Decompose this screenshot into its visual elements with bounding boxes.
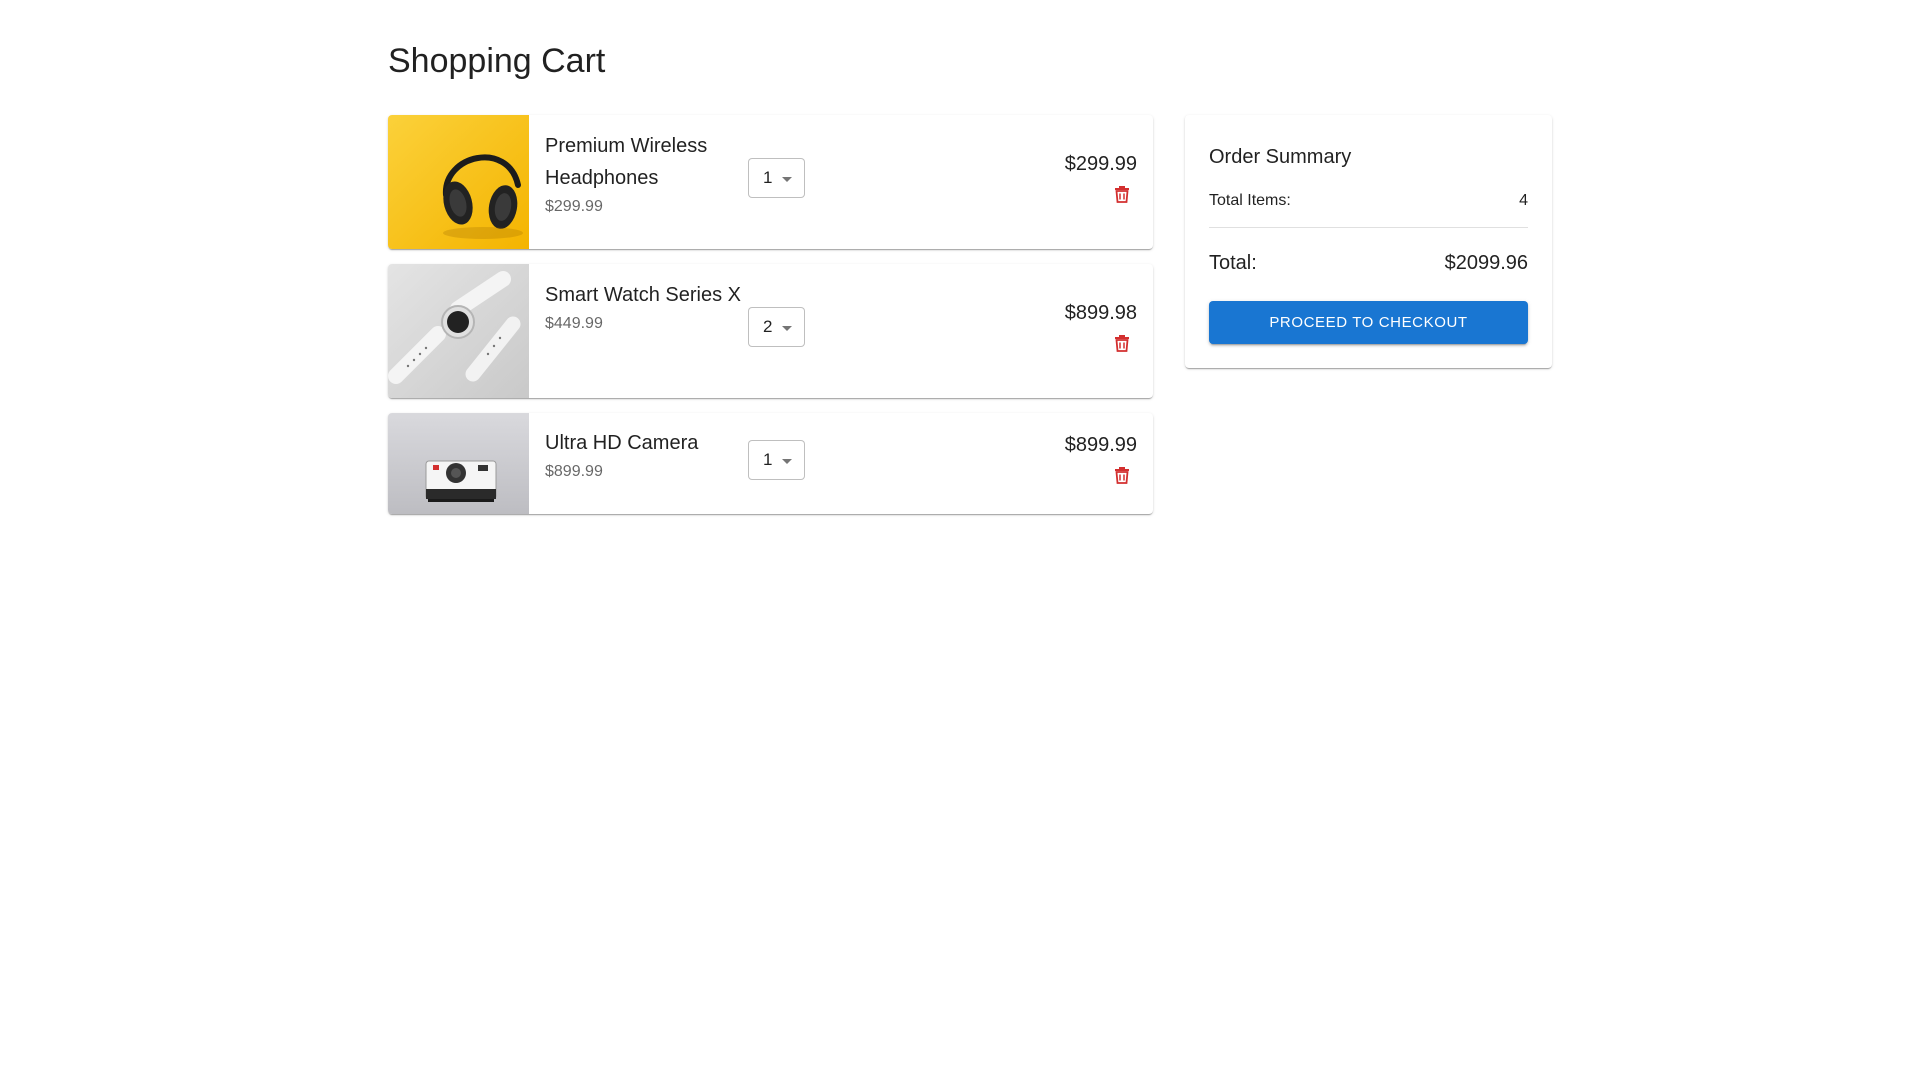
item-info: Premium Wireless Headphones $299.99 — [545, 130, 745, 218]
smartwatch-photo — [388, 264, 529, 398]
summary-divider — [1209, 227, 1528, 228]
item-name: Ultra HD Camera — [545, 432, 699, 454]
trash-icon — [1115, 186, 1129, 203]
total-items-value: 4 — [1519, 192, 1528, 209]
product-image — [388, 264, 529, 398]
delete-item-button[interactable] — [1109, 181, 1135, 207]
item-unit-price: $299.99 — [545, 198, 603, 215]
product-image — [388, 115, 529, 249]
product-image — [388, 413, 529, 514]
trash-icon — [1115, 335, 1129, 352]
camera-photo — [388, 413, 529, 514]
quantity-select[interactable]: 1 — [748, 158, 805, 198]
quantity-select[interactable]: 1 — [748, 440, 805, 480]
line-total: $299.99 — [1064, 153, 1137, 175]
trash-icon — [1115, 467, 1129, 484]
page-title: Shopping Cart — [388, 42, 606, 80]
caret-down-icon — [782, 326, 792, 331]
quantity-select[interactable]: 2 — [748, 307, 805, 347]
order-summary-title: Order Summary — [1209, 146, 1352, 168]
item-name: Premium Wireless Headphones — [545, 135, 708, 189]
cart-item: Premium Wireless Headphones $299.99 1 $2… — [388, 115, 1153, 249]
total-value: $2099.96 — [1444, 252, 1528, 274]
quantity-value: 1 — [763, 450, 773, 469]
line-total: $899.98 — [1064, 302, 1137, 324]
cart-item: Ultra HD Camera $899.99 1 $899.99 — [388, 413, 1153, 514]
total-row: Total: $2099.96 — [1209, 247, 1528, 279]
line-total: $899.99 — [1064, 434, 1137, 456]
order-summary-card: Order Summary Total Items: 4 Total: $209… — [1185, 115, 1552, 368]
proceed-to-checkout-button[interactable]: Proceed to Checkout — [1209, 301, 1528, 344]
caret-down-icon — [782, 177, 792, 182]
headphones-photo — [388, 115, 529, 249]
item-unit-price: $449.99 — [545, 315, 603, 332]
quantity-value: 2 — [763, 317, 773, 336]
delete-item-button[interactable] — [1109, 330, 1135, 356]
total-items-label: Total Items: — [1209, 192, 1291, 209]
total-label: Total: — [1209, 252, 1257, 274]
quantity-value: 1 — [763, 168, 773, 187]
caret-down-icon — [782, 459, 792, 464]
delete-item-button[interactable] — [1109, 462, 1135, 488]
item-info: Ultra HD Camera $899.99 — [545, 427, 745, 483]
item-unit-price: $899.99 — [545, 463, 603, 480]
cart-item: Smart Watch Series X $449.99 2 $899.98 — [388, 264, 1153, 398]
total-items-row: Total Items: 4 — [1209, 189, 1528, 213]
item-name: Smart Watch Series X — [545, 284, 741, 306]
item-info: Smart Watch Series X $449.99 — [545, 279, 745, 335]
